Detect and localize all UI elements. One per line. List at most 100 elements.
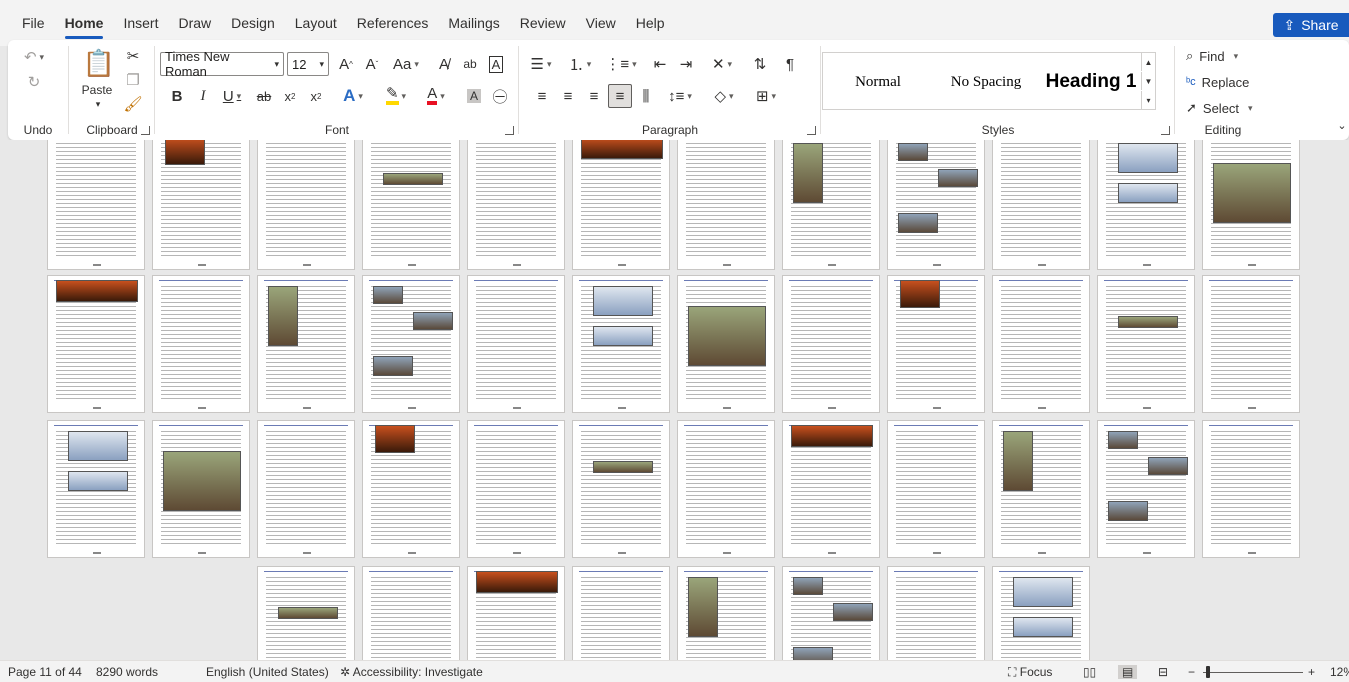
page-thumbnail[interactable] (467, 566, 565, 660)
tab-insert[interactable]: Insert (113, 9, 168, 39)
clipboard-launcher-icon[interactable] (141, 126, 150, 135)
page-thumbnail[interactable] (152, 420, 250, 558)
font-name-combo[interactable]: Times New Roman ▾ (160, 49, 284, 79)
change-case-icon[interactable]: Aa ▾ (388, 52, 424, 76)
styles-launcher-icon[interactable] (1161, 126, 1170, 135)
grow-font-icon[interactable]: A ^ (334, 52, 358, 76)
page-thumbnail[interactable] (467, 275, 565, 413)
style-heading-1[interactable]: Heading 1 (1039, 53, 1143, 111)
style-normal[interactable]: Normal (823, 53, 933, 111)
page-thumbnail[interactable] (572, 275, 670, 413)
page-thumbnail[interactable] (887, 275, 985, 413)
page-thumbnail[interactable] (887, 420, 985, 558)
page-thumbnail[interactable] (362, 566, 460, 660)
character-shading-icon[interactable]: A (462, 84, 486, 108)
select-button[interactable]: ➚ Select ▾ (1186, 97, 1253, 119)
page-thumbnail[interactable] (1097, 275, 1195, 413)
styles-more-icon[interactable]: ▾ (1141, 91, 1155, 109)
page-thumbnail[interactable] (257, 275, 355, 413)
page-thumbnail[interactable] (257, 140, 355, 270)
page-thumbnail[interactable] (152, 140, 250, 270)
page-thumbnail[interactable] (677, 420, 775, 558)
page-thumbnail[interactable] (677, 140, 775, 270)
bullets-icon[interactable]: ☰ ▾ (524, 52, 558, 76)
language-indicator[interactable]: English (United States) (206, 665, 329, 679)
page-thumbnail[interactable] (992, 140, 1090, 270)
superscript-icon[interactable]: x2 (304, 84, 328, 108)
page-thumbnail[interactable] (152, 275, 250, 413)
page-thumbnail[interactable] (782, 140, 880, 270)
line-spacing-icon[interactable]: ↕≡ ▾ (662, 84, 698, 108)
page-thumbnail[interactable] (47, 140, 145, 270)
page-thumbnail[interactable] (362, 275, 460, 413)
replace-button[interactable]: ᵇc Replace (1186, 71, 1249, 93)
borders-icon[interactable]: ⊞ ▾ (748, 84, 784, 108)
zoom-out-icon[interactable]: − (1188, 665, 1195, 679)
tab-home[interactable]: Home (55, 9, 114, 39)
page-thumbnail[interactable] (782, 420, 880, 558)
text-effects-icon[interactable]: A ▾ (336, 84, 370, 108)
copy-icon[interactable]: ❐ (122, 70, 144, 90)
styles-scroll-down-icon[interactable]: ▼ (1141, 72, 1155, 90)
page-thumbnail[interactable] (1202, 140, 1300, 270)
subscript-icon[interactable]: x2 (278, 84, 302, 108)
page-thumbnail[interactable] (677, 275, 775, 413)
page-thumbnail[interactable] (992, 566, 1090, 660)
paragraph-launcher-icon[interactable] (807, 126, 816, 135)
tab-references[interactable]: References (347, 9, 439, 39)
redo-icon[interactable]: ↻ (22, 71, 46, 93)
phonetic-guide-icon[interactable]: ab (458, 52, 482, 76)
tab-design[interactable]: Design (221, 9, 285, 39)
style-no-spacing[interactable]: No Spacing (933, 53, 1039, 111)
page-count[interactable]: Page 11 of 44 (8, 665, 82, 679)
tab-draw[interactable]: Draw (168, 9, 221, 39)
decrease-indent-icon[interactable]: ⇤ (648, 52, 672, 76)
highlight-icon[interactable]: ✎ ▾ (378, 84, 414, 108)
zoom-slider-thumb[interactable] (1206, 666, 1210, 678)
cut-icon[interactable]: ✂ (122, 46, 144, 66)
page-thumbnail[interactable] (1202, 275, 1300, 413)
find-button[interactable]: ⌕ Find ▾ (1186, 45, 1238, 67)
page-thumbnail[interactable] (257, 420, 355, 558)
page-thumbnail[interactable] (257, 566, 355, 660)
multilevel-list-icon[interactable]: ⋮≡ ▾ (602, 52, 640, 76)
tab-view[interactable]: View (576, 9, 626, 39)
page-thumbnail[interactable] (1097, 140, 1195, 270)
clear-formatting-icon[interactable]: A̸ (432, 52, 456, 76)
zoom-in-icon[interactable]: + (1308, 665, 1315, 679)
page-thumbnail[interactable] (1097, 420, 1195, 558)
tab-file[interactable]: File (12, 9, 55, 39)
font-launcher-icon[interactable] (505, 126, 514, 135)
align-left-icon[interactable]: ≡ (530, 84, 554, 108)
enclose-characters-icon[interactable]: ㊀ (488, 84, 512, 108)
numbering-icon[interactable]: ⒈ ▾ (562, 52, 598, 76)
page-thumbnail[interactable] (677, 566, 775, 660)
page-thumbnail[interactable] (887, 566, 985, 660)
show-formatting-icon[interactable]: ¶ (778, 52, 802, 76)
font-size-combo[interactable]: 12 ▾ (287, 52, 329, 76)
bold-icon[interactable]: B (166, 84, 188, 108)
page-thumbnail[interactable] (362, 140, 460, 270)
increase-indent-icon[interactable]: ⇥ (674, 52, 698, 76)
distributed-icon[interactable]: ⫼ (634, 84, 658, 108)
align-center-icon[interactable]: ≡ (556, 84, 580, 108)
asian-layout-icon[interactable]: ✕ ▾ (704, 52, 740, 76)
format-painter-icon[interactable]: 🖌 (122, 94, 144, 114)
page-thumbnail[interactable] (467, 420, 565, 558)
print-layout-icon[interactable]: ▤ (1118, 665, 1138, 679)
page-thumbnail[interactable] (992, 275, 1090, 413)
page-thumbnail[interactable] (1202, 420, 1300, 558)
page-thumbnail[interactable] (782, 275, 880, 413)
styles-scroll-up-icon[interactable]: ▲ (1141, 53, 1155, 71)
underline-icon[interactable]: U ▾ (216, 84, 248, 108)
page-thumbnail[interactable] (572, 420, 670, 558)
align-right-icon[interactable]: ≡ (582, 84, 606, 108)
tab-layout[interactable]: Layout (285, 9, 347, 39)
word-count[interactable]: 8290 words (96, 665, 158, 679)
page-thumbnail[interactable] (47, 420, 145, 558)
page-thumbnail[interactable] (572, 566, 670, 660)
undo-icon[interactable]: ↶ ▾ (22, 46, 46, 68)
page-thumbnail[interactable] (362, 420, 460, 558)
font-color-icon[interactable]: A ▾ (418, 84, 454, 108)
collapse-ribbon-icon[interactable]: ⌄ (1336, 118, 1348, 132)
